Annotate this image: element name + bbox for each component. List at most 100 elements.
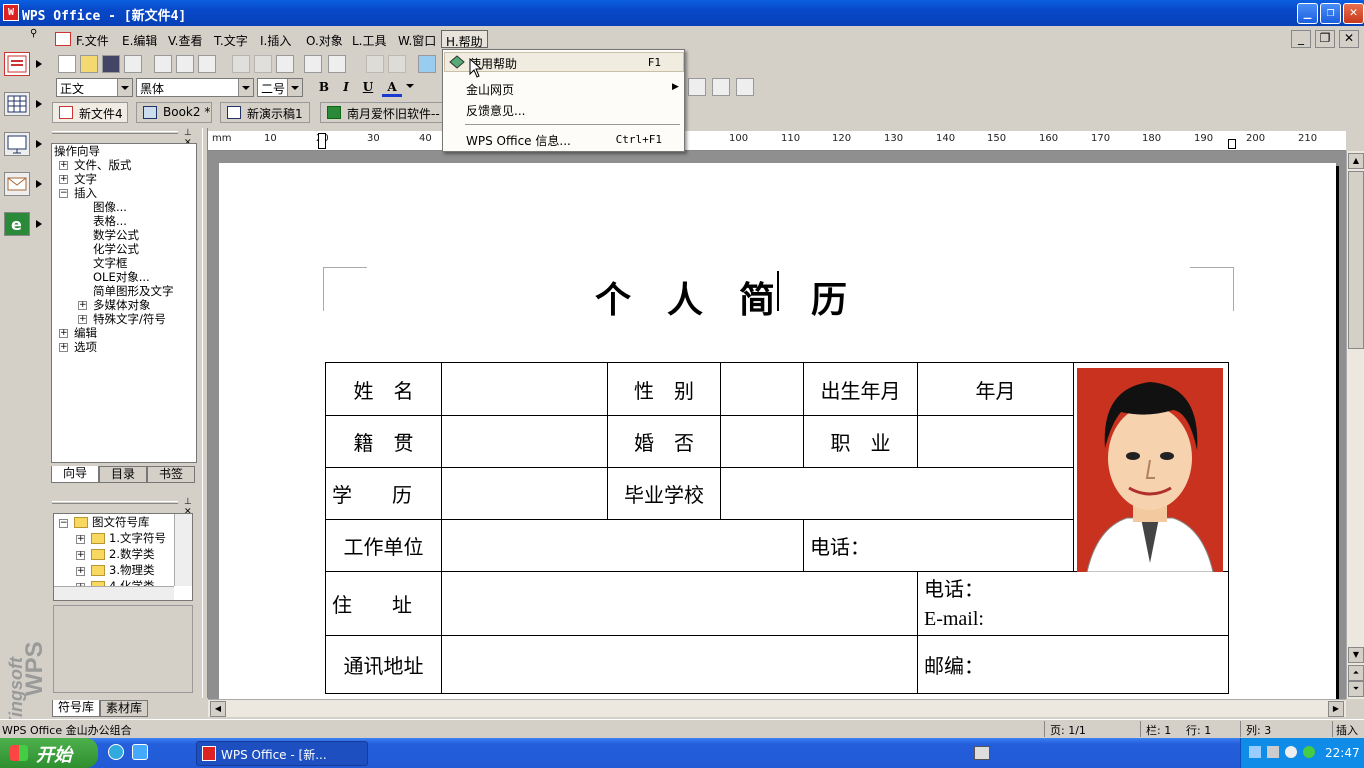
italic-button[interactable]: I: [336, 78, 356, 97]
spell-check-icon[interactable]: [198, 55, 216, 73]
label-education[interactable]: 学 历: [325, 467, 442, 520]
scroll-up-icon[interactable]: ▲: [1348, 153, 1364, 169]
paste-icon[interactable]: [276, 55, 294, 73]
save-icon[interactable]: [102, 55, 120, 73]
menu-edit[interactable]: E.编辑: [118, 30, 161, 48]
tree-item[interactable]: 数学公式: [93, 228, 139, 242]
menu-tools[interactable]: L.工具: [348, 30, 391, 48]
tree-item[interactable]: 化学公式: [93, 242, 139, 256]
menu-item-feedback[interactable]: 反馈意见...: [444, 100, 684, 120]
field-mailing[interactable]: [441, 635, 918, 694]
expand-arrow-icon[interactable]: [36, 180, 42, 188]
horizontal-ruler[interactable]: mm 10 20 30 40 100 110 120 130 140 150 1…: [208, 131, 1346, 151]
tab-presentation-1[interactable]: 新演示稿1: [220, 102, 310, 123]
maximize-button[interactable]: ❐: [1320, 3, 1341, 24]
label-gender[interactable]: 性 别: [607, 362, 721, 416]
tab-new-document-4[interactable]: 新文件4: [52, 102, 128, 123]
line-spacing-down-icon[interactable]: [736, 78, 754, 96]
tree-root[interactable]: 操作向导: [54, 144, 100, 158]
bold-button[interactable]: B: [314, 78, 334, 97]
redo-icon[interactable]: [388, 55, 406, 73]
cut-icon[interactable]: [232, 55, 250, 73]
field-education[interactable]: [441, 467, 608, 520]
open-folder-icon[interactable]: [80, 55, 98, 73]
tree-item[interactable]: OLE对象...: [93, 270, 150, 284]
label-address[interactable]: 住 址: [325, 571, 442, 636]
browser-icon[interactable]: e: [4, 212, 30, 236]
tree-item[interactable]: 编辑: [74, 326, 97, 340]
tree-item[interactable]: 多媒体对象: [93, 298, 151, 312]
tab-materials[interactable]: 素材库: [100, 700, 148, 717]
field-work-phone[interactable]: 电话：: [803, 519, 1074, 572]
keyboard-icon[interactable]: [974, 746, 990, 760]
taskbar-item-wps[interactable]: WPS Office - [新...: [196, 741, 368, 766]
menu-item-about[interactable]: WPS Office 信息... Ctrl+F1: [444, 130, 684, 150]
field-name[interactable]: [441, 362, 608, 416]
document-canvas[interactable]: 个 人 简 历 姓 名 性 别 出生年月 年月 籍 贯 婚 否 职 业 学 历 …: [208, 151, 1346, 699]
doc-close-button[interactable]: ✕: [1339, 30, 1359, 48]
style-select[interactable]: 正文: [56, 78, 133, 97]
undo-icon[interactable]: [366, 55, 384, 73]
label-hometown[interactable]: 籍 贯: [325, 415, 442, 468]
prev-page-icon[interactable]: ⏶: [1348, 665, 1364, 681]
field-postcode[interactable]: 邮编：: [917, 635, 1229, 694]
scroll-thumb[interactable]: [1348, 171, 1364, 349]
menu-object[interactable]: O.对象: [302, 30, 347, 48]
ie-quicklaunch-icon[interactable]: [108, 744, 124, 760]
tree-item[interactable]: 选项: [74, 340, 97, 354]
tab-wizard[interactable]: 向导: [51, 466, 99, 483]
tree-item[interactable]: 2.数学类: [109, 547, 154, 561]
minimize-button[interactable]: _: [1297, 3, 1318, 24]
field-gender[interactable]: [720, 362, 804, 416]
tree-vscrollbar[interactable]: [174, 514, 192, 586]
tab-browser[interactable]: 南月爱怀旧软件--: [320, 102, 450, 123]
indent-icon[interactable]: [688, 78, 706, 96]
status-insert-mode[interactable]: 插入: [1336, 722, 1358, 738]
field-school[interactable]: [720, 467, 1074, 520]
menu-help[interactable]: H.帮助: [441, 30, 488, 49]
format-painter-icon[interactable]: [328, 55, 346, 73]
menu-insert[interactable]: I.插入: [256, 30, 295, 48]
wps-app-icon[interactable]: W: [3, 4, 19, 21]
field-hometown[interactable]: [441, 415, 608, 468]
menu-window[interactable]: W.窗口: [394, 30, 440, 48]
tree-item[interactable]: 3.物理类: [109, 563, 154, 577]
field-address[interactable]: [441, 571, 918, 636]
label-occupation[interactable]: 职 业: [803, 415, 918, 468]
network-icon[interactable]: [1249, 746, 1261, 758]
wps-writer-icon[interactable]: [4, 52, 30, 76]
tree-item[interactable]: 1.文字符号: [109, 531, 166, 545]
scroll-down-icon[interactable]: ▼: [1348, 647, 1364, 663]
hyperlink-icon[interactable]: [418, 55, 436, 73]
tree-hscrollbar[interactable]: [54, 586, 174, 600]
menu-view[interactable]: V.查看: [164, 30, 206, 48]
resume-title[interactable]: 个 人 简 历: [595, 271, 847, 323]
tab-book2[interactable]: Book2 *: [136, 102, 212, 123]
vm-icon[interactable]: [1267, 746, 1279, 758]
close-button[interactable]: ✕: [1343, 3, 1364, 24]
symbol-tree[interactable]: −图文符号库 +1.文字符号 +2.数学类 +3.物理类 +4.化学类: [53, 513, 193, 601]
copy-icon[interactable]: [254, 55, 272, 73]
print-icon[interactable]: [176, 55, 194, 73]
tab-symbols[interactable]: 符号库: [52, 700, 100, 717]
horizontal-scrollbar[interactable]: ◀ ▶: [208, 699, 1346, 717]
doc-restore-button[interactable]: ❐: [1315, 30, 1335, 48]
label-name[interactable]: 姓 名: [325, 362, 442, 416]
expand-arrow-icon[interactable]: [36, 140, 42, 148]
document-page[interactable]: 个 人 简 历 姓 名 性 别 出生年月 年月 籍 贯 婚 否 职 业 学 历 …: [219, 163, 1336, 699]
pin-icon[interactable]: ⚲: [30, 28, 37, 39]
font-color-button[interactable]: A: [382, 78, 402, 97]
tree-item[interactable]: 文字框: [93, 256, 128, 270]
font-size-select[interactable]: 二号: [257, 78, 303, 97]
expand-arrow-icon[interactable]: [36, 60, 42, 68]
new-document-icon[interactable]: [58, 55, 76, 73]
tree-item[interactable]: 简单图形及文字: [93, 284, 174, 298]
field-employer[interactable]: [441, 519, 804, 572]
tree-item[interactable]: 表格...: [93, 214, 127, 228]
next-page-icon[interactable]: ⏷: [1348, 681, 1364, 697]
field-contact[interactable]: 电话： E-mail:: [917, 571, 1229, 636]
scroll-right-icon[interactable]: ▶: [1328, 701, 1344, 717]
security-icon[interactable]: [1303, 746, 1315, 758]
menu-text[interactable]: T.文字: [210, 30, 252, 48]
field-marital[interactable]: [720, 415, 804, 468]
